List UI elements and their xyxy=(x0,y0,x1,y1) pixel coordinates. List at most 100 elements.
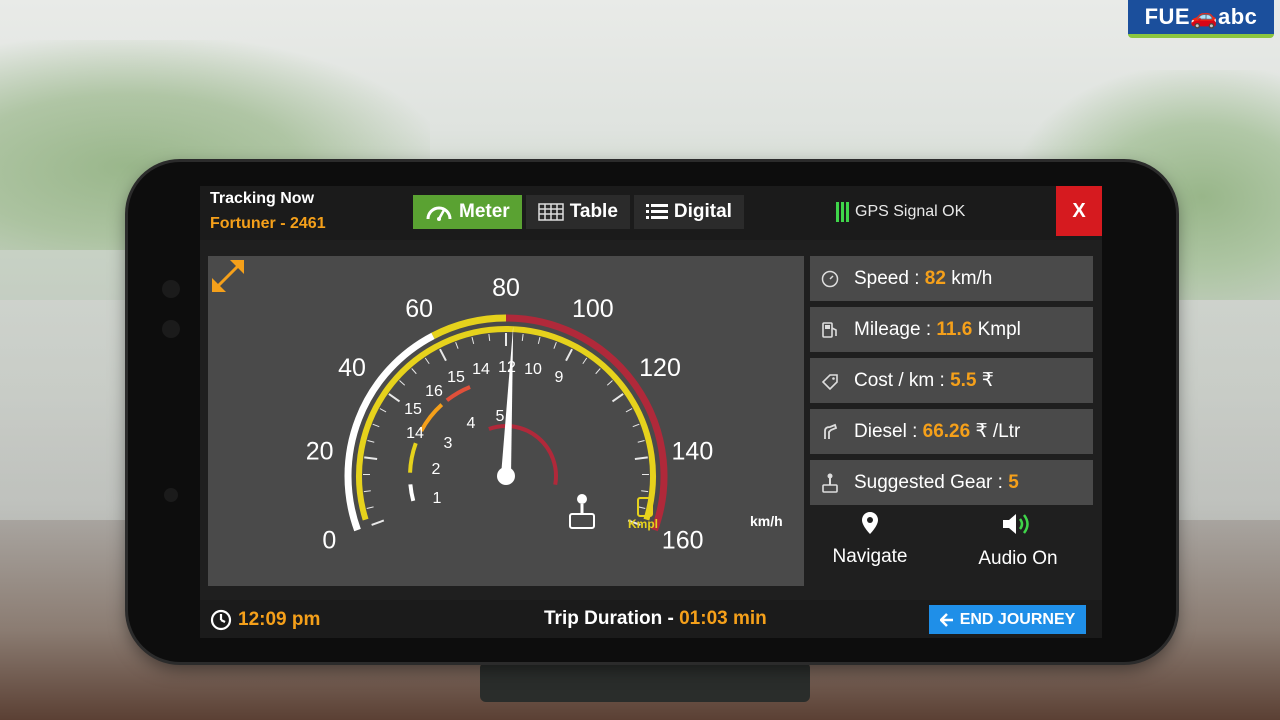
gps-status-text: GPS Signal OK xyxy=(855,203,966,220)
gauge-tick xyxy=(379,408,387,413)
signal-bars-icon xyxy=(836,202,849,222)
speed-icon xyxy=(820,269,840,289)
clock-icon xyxy=(210,609,232,631)
fuel-nozzle-icon xyxy=(820,422,840,442)
stat-speed: Speed : 82 km/h xyxy=(810,256,1093,301)
tab-meter-label: Meter xyxy=(459,201,510,222)
gauge-tick xyxy=(367,440,375,443)
gps-status: GPS Signal OK xyxy=(836,202,965,222)
tab-table-label: Table xyxy=(569,201,618,222)
gauge-tick xyxy=(411,368,417,375)
speed-tick-label: 120 xyxy=(639,354,681,382)
gauge-tick xyxy=(455,341,459,349)
phone-sensor xyxy=(162,320,180,338)
gauge-tick xyxy=(638,506,646,509)
stat-cost-text: Cost / km : 5.5 ₹ xyxy=(854,370,994,391)
list-icon xyxy=(645,204,668,219)
view-tabs: Meter Table Digital xyxy=(413,195,744,229)
close-button[interactable]: X xyxy=(1056,186,1102,236)
mileage-arc-yellow xyxy=(408,442,418,473)
stat-cost: Cost / km : 5.5 ₹ xyxy=(810,358,1093,403)
speed-tick-label: 60 xyxy=(405,295,433,323)
mileage-tick-label: 15 xyxy=(404,401,422,418)
stat-gear-text: Suggested Gear : 5 xyxy=(854,471,1019,493)
mileage-arc-orange xyxy=(419,403,444,432)
brand-car-icon: 🚗 xyxy=(1190,4,1218,29)
stats-list: Speed : 82 km/h Mileage : 11.6 Kmpl Cost… xyxy=(810,256,1093,511)
needle-hub xyxy=(497,467,515,485)
trip-duration: Trip Duration - 01:03 min xyxy=(544,608,767,629)
brand-logo: FUE🚗abc xyxy=(1128,0,1274,38)
speedometer-panel: 0 20 40 60 80 100 120 140 160 km/h 1 2 3 4 5 14 15 16 15 14… xyxy=(208,256,804,586)
mileage-tick-label: 10 xyxy=(524,361,542,378)
gauge-tick xyxy=(372,423,380,428)
gauge-tick xyxy=(625,408,633,413)
speed-tick-label: 20 xyxy=(306,437,334,465)
tab-digital[interactable]: Digital xyxy=(633,195,744,229)
app-screen: Tracking Now Fortuner - 2461 Meter Table… xyxy=(200,186,1102,638)
mileage-tick-label: 14 xyxy=(472,361,490,378)
mileage-tick-label: 1 xyxy=(433,490,442,507)
cost-tag-icon xyxy=(820,371,840,391)
audio-label: Audio On xyxy=(978,548,1058,569)
stat-speed-text: Speed : 82 km/h xyxy=(854,267,993,289)
speed-needle xyxy=(501,326,514,477)
vehicle-label: Fortuner - 2461 xyxy=(210,215,326,232)
expand-icon[interactable] xyxy=(208,256,248,296)
clock: 12:09 pm xyxy=(210,609,320,631)
tab-meter[interactable]: Meter xyxy=(413,195,522,229)
mileage-tick-label: 15 xyxy=(447,369,465,386)
gear-shift-icon xyxy=(820,473,840,493)
end-journey-button[interactable]: END JOURNEY xyxy=(929,605,1086,634)
navigate-label: Navigate xyxy=(832,546,908,567)
speedometer-gauge: 020406080100120140160km/h1234 514151615 14… xyxy=(306,274,783,554)
speed-tick-label: 80 xyxy=(492,274,520,302)
gauge-tick xyxy=(632,423,640,428)
stat-diesel-text: Diesel : 66.26 ₹ /Ltr xyxy=(854,421,1021,442)
mileage-tick-label: 3 xyxy=(444,435,453,452)
gauge-tick xyxy=(641,490,649,493)
gauge-tick xyxy=(582,357,588,365)
mileage-tick-label: 4 xyxy=(467,415,476,432)
end-journey-label: END JOURNEY xyxy=(959,610,1076,628)
location-pin-icon xyxy=(862,512,878,534)
top-bar: Tracking Now Fortuner - 2461 Meter Table… xyxy=(200,186,1102,240)
speed-tick-label: 40 xyxy=(338,354,366,382)
stat-mileage: Mileage : 11.6 Kmpl xyxy=(810,307,1093,352)
gauge-tick xyxy=(424,357,430,365)
clock-time: 12:09 pm xyxy=(238,609,321,630)
action-buttons: Navigate Audio On xyxy=(810,511,1093,581)
mileage-tick-label: 12 xyxy=(498,359,516,376)
table-icon xyxy=(537,203,564,221)
mileage-tick-label: 5 xyxy=(496,408,505,425)
gauge-tick xyxy=(537,336,541,345)
gauge-tick xyxy=(521,333,524,342)
arrow-left-icon xyxy=(939,612,953,627)
gauge-tick xyxy=(637,440,645,443)
gauge-tick xyxy=(471,336,475,345)
gauge-tick xyxy=(399,380,406,386)
gauge-tick xyxy=(488,333,491,342)
gauge-tick xyxy=(565,348,573,362)
mileage-tick-label: 2 xyxy=(432,461,441,478)
speed-tick-label: 0 xyxy=(322,526,336,554)
gauge-tick xyxy=(388,393,401,403)
speed-unit-label: km/h xyxy=(750,513,783,529)
tab-table[interactable]: Table xyxy=(525,195,630,229)
gear-base-icon xyxy=(569,513,595,529)
gauge-tick xyxy=(595,368,601,375)
audio-toggle-button[interactable]: Audio On xyxy=(958,511,1078,570)
navigate-button[interactable]: Navigate xyxy=(810,511,930,568)
stat-diesel: Diesel : 66.26 ₹ /Ltr xyxy=(810,409,1093,454)
speed-tick-label: 100 xyxy=(572,295,614,323)
tab-digital-label: Digital xyxy=(673,201,732,222)
phone-sensor xyxy=(162,280,180,298)
mileage-arc-red xyxy=(445,385,471,402)
gauge-tick xyxy=(634,456,648,461)
mileage-tick-label: 9 xyxy=(555,369,564,386)
gauge-tick xyxy=(553,341,557,349)
mileage-tick-label: 16 xyxy=(425,383,443,400)
speedometer-icon xyxy=(426,206,452,221)
gauge-tick xyxy=(366,506,374,509)
fuel-pump-icon xyxy=(820,320,840,340)
